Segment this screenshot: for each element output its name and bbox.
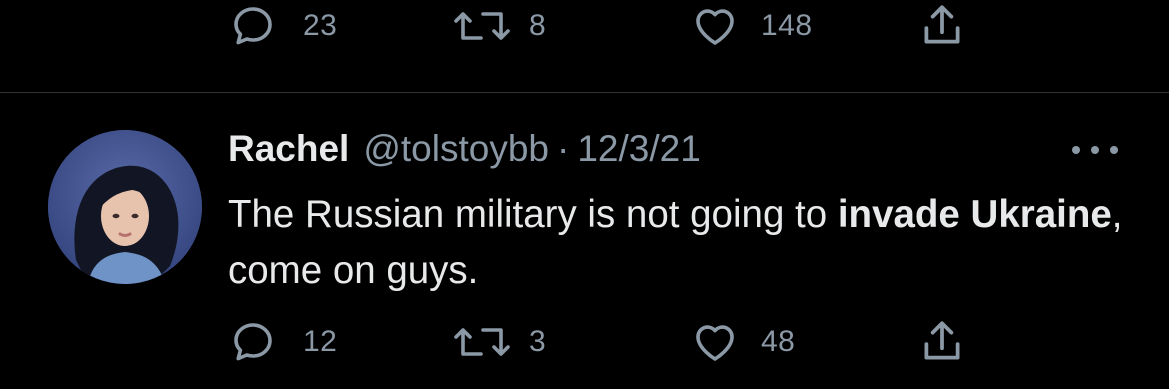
share-icon (924, 321, 960, 360)
retweet-icon (454, 12, 510, 40)
reply-icon (234, 323, 272, 361)
more-options-button[interactable] (1072, 138, 1118, 162)
retweet-count: 3 (529, 325, 547, 358)
share-button[interactable] (917, 318, 967, 366)
heart-icon (696, 325, 734, 361)
share-button[interactable] (917, 2, 967, 50)
retweet-button[interactable]: 8 (451, 4, 546, 48)
display-name[interactable]: Rachel (228, 128, 349, 170)
tweet-text-bold: invade Ukraine (837, 193, 1112, 236)
tweet-text-part: The Russian military is not going to (228, 193, 838, 236)
tweet-text: The Russian military is not going to inv… (228, 187, 1128, 299)
share-icon (924, 5, 960, 44)
retweet-icon (454, 328, 510, 356)
like-count: 48 (761, 325, 796, 358)
reply-count: 12 (303, 325, 338, 358)
tweet-header: Rachel @tolstoybb · 12/3/21 (228, 128, 701, 174)
avatar-portrait (48, 130, 202, 284)
tweet-date[interactable]: 12/3/21 (577, 128, 700, 170)
more-icon (1072, 146, 1080, 154)
reply-icon (234, 7, 272, 45)
avatar[interactable] (48, 130, 202, 284)
user-handle[interactable]: @tolstoybb (363, 128, 549, 170)
reply-button[interactable]: 12 (229, 320, 337, 364)
tweet-divider (0, 92, 1169, 93)
retweet-count: 8 (529, 9, 547, 42)
reply-count: 23 (303, 9, 338, 42)
more-icon-dot (1091, 146, 1099, 154)
previous-tweet-actions: 23 8 148 (0, 0, 1169, 60)
like-count: 148 (761, 9, 813, 42)
retweet-button[interactable]: 3 (451, 320, 546, 364)
tweet-actions: 12 3 48 (0, 316, 1169, 376)
heart-icon (696, 9, 734, 45)
more-icon-dot (1110, 146, 1118, 154)
separator-dot: · (557, 128, 570, 169)
like-button[interactable]: 48 (691, 320, 795, 364)
like-button[interactable]: 148 (691, 4, 813, 48)
reply-button[interactable]: 23 (229, 4, 337, 48)
